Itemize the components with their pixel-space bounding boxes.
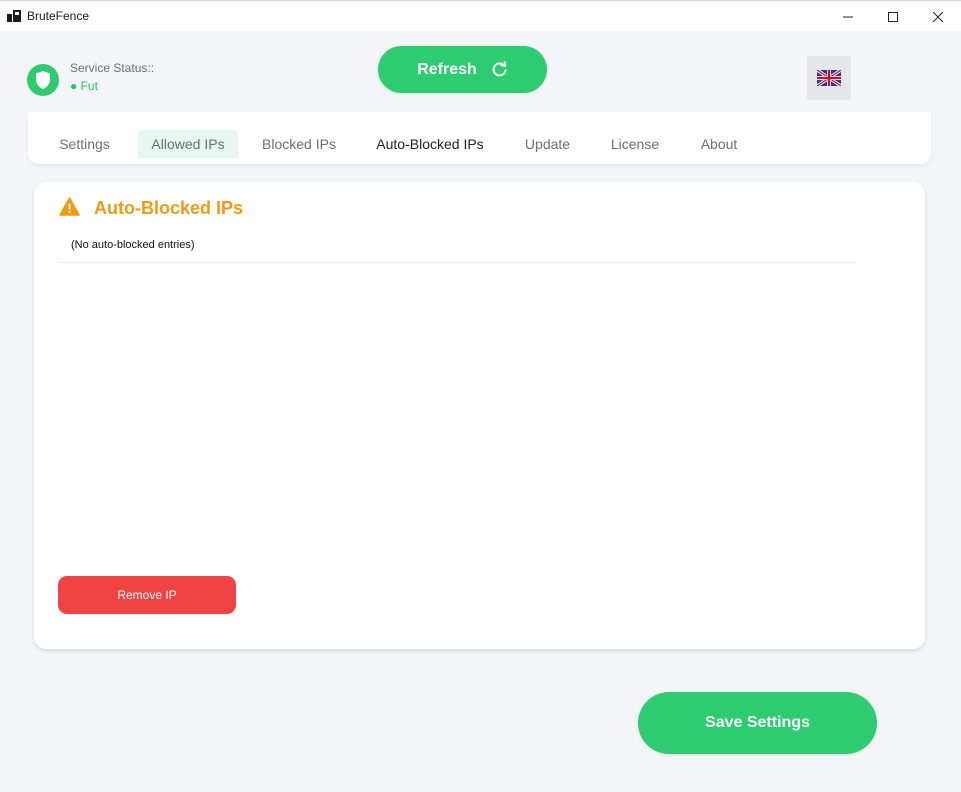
- maximize-icon: [888, 11, 898, 22]
- uk-flag-icon: [817, 70, 841, 86]
- tab-allowed-ips[interactable]: Allowed IPs: [138, 130, 238, 158]
- window-title: BruteFence: [27, 9, 90, 23]
- refresh-icon: [492, 61, 507, 77]
- remove-ip-button[interactable]: Remove IP: [58, 576, 236, 614]
- tab-auto-blocked-ips[interactable]: Auto-Blocked IPs: [372, 130, 488, 158]
- save-settings-button[interactable]: Save Settings: [638, 692, 877, 754]
- tab-about[interactable]: About: [694, 130, 744, 158]
- language-button[interactable]: [807, 56, 851, 100]
- shield-status-icon: [27, 64, 59, 96]
- empty-list-text: (No auto-blocked entries): [71, 239, 195, 251]
- minimize-icon: [843, 16, 853, 17]
- auto-blocked-panel: Auto-Blocked IPs (No auto-blocked entrie…: [34, 182, 925, 649]
- minimize-button[interactable]: [825, 1, 871, 32]
- service-status-value: ● Fut: [70, 79, 98, 93]
- tab-bar: Settings Allowed IPs Blocked IPs Auto-Bl…: [28, 112, 931, 164]
- app-logo-icon: [7, 10, 21, 22]
- refresh-label: Refresh: [417, 60, 477, 78]
- panel-title: Auto-Blocked IPs: [94, 198, 244, 218]
- tab-settings[interactable]: Settings: [52, 130, 117, 158]
- close-button[interactable]: [915, 1, 961, 32]
- auto-blocked-list[interactable]: (No auto-blocked entries): [58, 234, 856, 263]
- warning-icon: [59, 197, 80, 216]
- service-status-label: Service Status::: [70, 61, 155, 75]
- app-window: BruteFence Service Status:: ● Fut Refres…: [0, 0, 961, 792]
- tab-blocked-ips[interactable]: Blocked IPs: [258, 130, 340, 158]
- refresh-button[interactable]: Refresh: [378, 46, 547, 93]
- title-bar[interactable]: BruteFence: [0, 0, 961, 31]
- close-icon: [933, 11, 943, 22]
- maximize-button[interactable]: [870, 1, 916, 32]
- tab-update[interactable]: Update: [520, 130, 575, 158]
- tab-license[interactable]: License: [608, 130, 662, 158]
